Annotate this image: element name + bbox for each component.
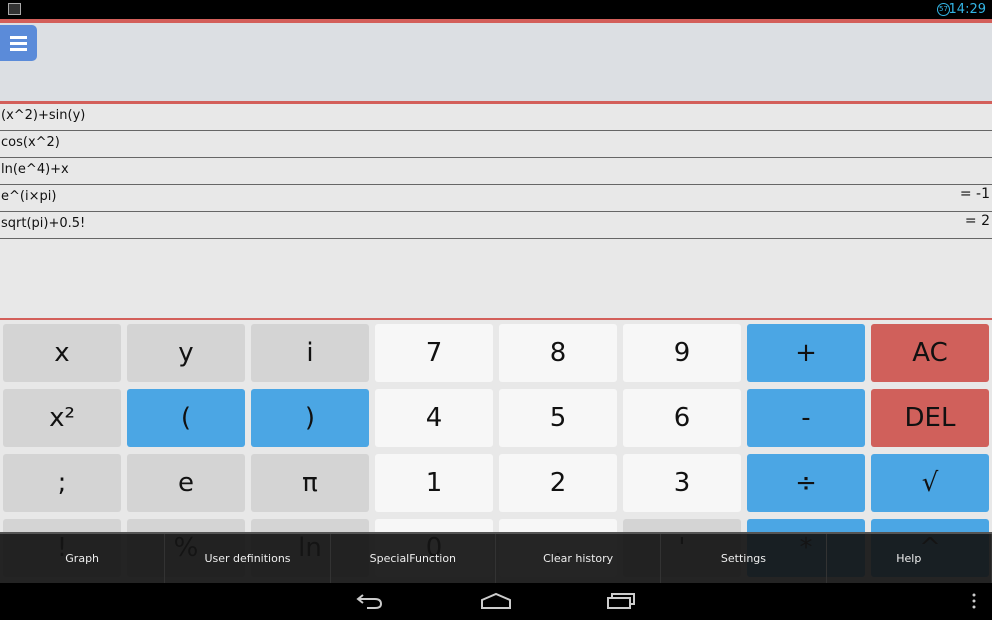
key-2-2[interactable]: π xyxy=(251,454,369,512)
home-icon[interactable] xyxy=(480,592,512,610)
key-0-6[interactable]: + xyxy=(747,324,865,382)
key-1-1[interactable]: ( xyxy=(127,389,245,447)
key-1-5[interactable]: 6 xyxy=(623,389,741,447)
menu-item-specialfunction[interactable]: SpecialFunction xyxy=(331,534,496,583)
key-0-2[interactable]: i xyxy=(251,324,369,382)
navigation-bar xyxy=(0,583,992,620)
menu-item-settings[interactable]: Settings xyxy=(661,534,827,583)
key-1-4[interactable]: 5 xyxy=(499,389,617,447)
key-0-3[interactable]: 7 xyxy=(375,324,493,382)
key-2-4[interactable]: 2 xyxy=(499,454,617,512)
history-item[interactable]: cos(x^2) xyxy=(0,131,992,158)
history-expression: e^(i×pi) xyxy=(1,189,57,204)
key-0-4[interactable]: 8 xyxy=(499,324,617,382)
key-2-1[interactable]: e xyxy=(127,454,245,512)
key-1-2[interactable]: ) xyxy=(251,389,369,447)
key-2-7[interactable]: √ xyxy=(871,454,989,512)
history-result: = -1 xyxy=(959,186,990,202)
history-list: (x^2)+sin(y) cos(x^2) ln(e^4)+x e^(i×pi) = -… xyxy=(0,104,992,320)
history-expression: (x^2)+sin(y) xyxy=(1,108,86,123)
key-1-6[interactable]: - xyxy=(747,389,865,447)
key-2-0[interactable]: ; xyxy=(3,454,121,512)
key-0-7[interactable]: AC xyxy=(871,324,989,382)
image-notification-icon xyxy=(8,3,21,15)
input-display[interactable] xyxy=(0,19,992,104)
key-2-6[interactable]: ÷ xyxy=(747,454,865,512)
key-0-1[interactable]: y xyxy=(127,324,245,382)
status-bar: 57 14:29 xyxy=(0,0,992,19)
options-menu: Graph User definitions SpecialFunction Clea… xyxy=(0,532,992,583)
recent-apps-icon[interactable] xyxy=(606,592,636,610)
key-1-3[interactable]: 4 xyxy=(375,389,493,447)
history-item[interactable]: ln(e^4)+x xyxy=(0,158,992,185)
key-1-0[interactable]: x² xyxy=(3,389,121,447)
overflow-menu-icon[interactable] xyxy=(970,592,978,610)
history-result: = 2 xyxy=(964,213,990,229)
history-expression: sqrt(pi)+0.5! xyxy=(1,216,86,231)
history-item[interactable]: e^(i×pi) = -1 xyxy=(0,185,992,212)
clock: 14:29 xyxy=(948,2,986,17)
history-item[interactable]: (x^2)+sin(y) xyxy=(0,104,992,131)
key-2-5[interactable]: 3 xyxy=(623,454,741,512)
hamburger-menu-button[interactable] xyxy=(0,25,37,61)
key-0-0[interactable]: x xyxy=(3,324,121,382)
key-1-7[interactable]: DEL xyxy=(871,389,989,447)
history-expression: ln(e^4)+x xyxy=(1,162,69,177)
menu-item-graph[interactable]: Graph xyxy=(0,534,166,583)
key-0-5[interactable]: 9 xyxy=(623,324,741,382)
key-2-3[interactable]: 1 xyxy=(375,454,493,512)
menu-item-clear-history[interactable]: Clear history xyxy=(496,534,662,583)
history-item[interactable]: sqrt(pi)+0.5! = 2 xyxy=(0,212,992,239)
back-icon[interactable] xyxy=(355,592,385,610)
menu-item-user-definitions[interactable]: User definitions xyxy=(165,534,331,583)
menu-item-help[interactable]: Help xyxy=(827,534,992,583)
history-expression: cos(x^2) xyxy=(1,135,60,150)
